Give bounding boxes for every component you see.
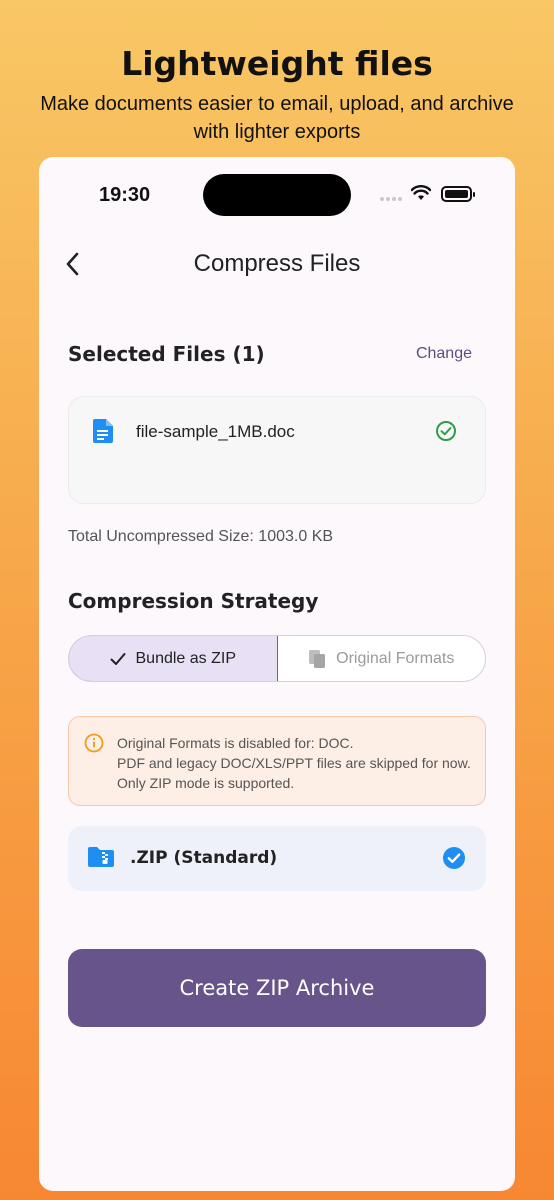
- info-icon: [84, 733, 104, 753]
- zip-folder-icon: [88, 847, 114, 867]
- segment-bundle-zip[interactable]: Bundle as ZIP: [69, 636, 278, 681]
- signal-icon: [380, 197, 402, 201]
- zip-format-label: .ZIP (Standard): [130, 848, 278, 868]
- promo-subtitle: Make documents easier to email, upload, …: [40, 93, 514, 143]
- segment-original-formats[interactable]: Original Formats: [278, 636, 486, 681]
- file-name: file-sample_1MB.doc: [136, 422, 295, 441]
- total-size-text: Total Uncompressed Size: 1003.0 KB: [68, 528, 334, 545]
- battery-icon: [441, 186, 475, 202]
- status-bar: 19:30: [39, 157, 515, 227]
- create-zip-button[interactable]: Create ZIP Archive: [68, 949, 486, 1027]
- promo-title: Lightweight files: [121, 44, 433, 83]
- copy-icon: [309, 649, 326, 668]
- phone-screen: 19:30 Compress Files Selected Files (1) …: [39, 157, 515, 1191]
- check-icon: [110, 652, 125, 665]
- document-icon: [93, 419, 113, 443]
- strategy-segmented-control: Bundle as ZIP Original Formats: [68, 635, 486, 682]
- check-circle-icon: [436, 421, 456, 441]
- change-files-link[interactable]: Change: [416, 345, 472, 363]
- status-time: 19:30: [99, 184, 151, 206]
- dynamic-island: [203, 174, 351, 216]
- wifi-icon: [411, 185, 431, 200]
- segment-label: Original Formats: [336, 649, 455, 667]
- warning-banner: Original Formats is disabled for: DOC. P…: [68, 716, 486, 806]
- warning-text: Original Formats is disabled for: DOC. P…: [117, 733, 473, 793]
- warning-line-2: PDF and legacy DOC/XLS/PPT files are ski…: [117, 755, 471, 791]
- check-circle-filled-icon: [443, 847, 465, 869]
- warning-line-1: Original Formats is disabled for: DOC.: [117, 735, 354, 751]
- segment-label: Bundle as ZIP: [135, 649, 237, 667]
- strategy-heading: Compression Strategy: [68, 589, 319, 613]
- page-title: Compress Files: [193, 250, 361, 277]
- selected-files-heading: Selected Files (1): [68, 342, 265, 366]
- file-list-card: file-sample_1MB.doc: [68, 396, 486, 504]
- zip-format-option[interactable]: .ZIP (Standard): [68, 826, 486, 891]
